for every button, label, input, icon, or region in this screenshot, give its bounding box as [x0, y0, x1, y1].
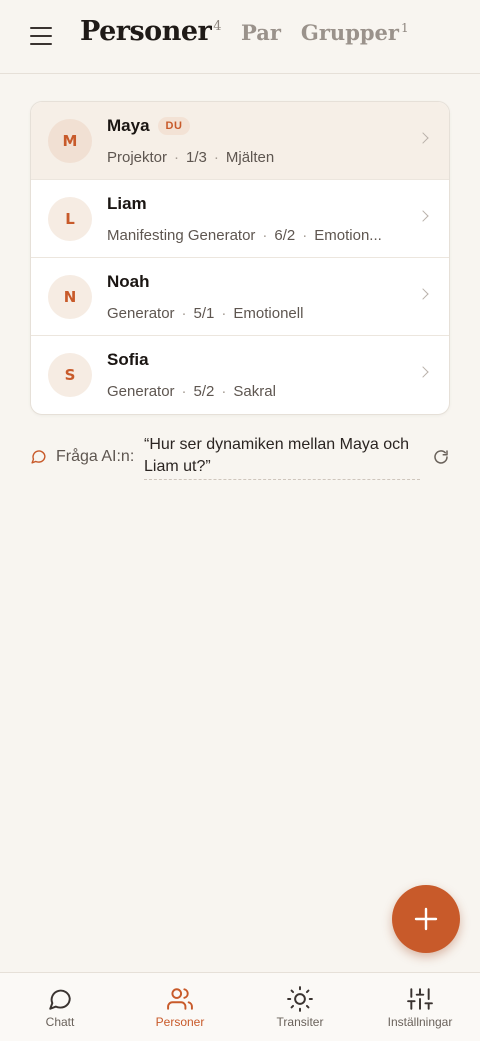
tab-label: Grupper [300, 20, 399, 45]
avatar: M [48, 119, 92, 163]
person-row-liam[interactable]: L Liam Manifesting Generator · 6/2 · Emotion… [31, 180, 449, 258]
avatar: L [48, 197, 92, 241]
avatar-initial: N [63, 288, 77, 306]
nav-label: Chatt [45, 1015, 75, 1029]
person-name: Maya DU [107, 116, 191, 136]
person-name-text: Noah [107, 272, 150, 291]
tab-count: 1 [400, 21, 409, 35]
person-authority: Emotionell [233, 305, 304, 322]
ai-label: Fråga AI:n: [56, 448, 135, 465]
person-name: Noah [107, 272, 150, 292]
person-name-text: Liam [107, 194, 147, 213]
person-type: Manifesting Generator [107, 227, 256, 244]
person-row-noah[interactable]: N Noah Generator · 5/1 · Emotionell [31, 258, 449, 336]
person-profile: 6/2 [274, 227, 296, 244]
chevron-right-icon [417, 132, 429, 144]
header-tabs: Personer 4 Par Grupper 1 [80, 16, 429, 47]
chat-icon [49, 989, 71, 1010]
person-profile: 5/2 [193, 383, 215, 400]
tab-personer[interactable]: Personer 4 [80, 16, 222, 47]
tab-label: Personer [80, 16, 212, 47]
person-type: Generator [107, 305, 175, 322]
avatar-initial: L [65, 210, 75, 228]
sliders-icon [407, 988, 433, 1010]
person-meta: Generator · 5/1 · Emotionell [107, 305, 304, 322]
plus-icon [414, 907, 438, 931]
person-profile: 1/3 [186, 149, 207, 166]
person-row-sofia[interactable]: S Sofia Generator · 5/2 · Sakral [31, 336, 449, 414]
nav-label: Transiter [276, 1015, 324, 1029]
nav-item-personer[interactable]: Personer [120, 973, 240, 1041]
sun-icon [287, 986, 313, 1012]
tab-count: 4 [213, 19, 222, 34]
nav-item-transiter[interactable]: Transiter [240, 973, 360, 1041]
add-person-button[interactable] [392, 885, 460, 953]
chevron-right-icon [417, 210, 429, 222]
people-icon [167, 988, 193, 1010]
person-authority: Mjälten [225, 149, 275, 166]
tab-label: Par [241, 20, 281, 45]
chevron-right-icon [417, 288, 429, 300]
ai-suggestion: Fråga AI:n: “Hur ser dynamiken mellan Ma… [30, 434, 450, 484]
tab-grupper[interactable]: Grupper 1 [301, 20, 409, 45]
person-authority: Emotion... [314, 227, 382, 244]
refresh-icon[interactable] [432, 448, 450, 466]
person-list: M Maya DU Projektor · 1/3 · Mjälten L Liam Ma… [30, 101, 450, 415]
ai-prompt-suggestion[interactable]: “Hur ser dynamiken mellan Maya och Liam … [144, 434, 420, 480]
person-meta: Projektor · 1/3 · Mjälten [107, 149, 275, 166]
person-meta: Manifesting Generator · 6/2 · Emotion... [107, 227, 382, 244]
tab-par[interactable]: Par [241, 20, 281, 45]
bottom-navigation: Chatt Personer Transiter Inställningar [0, 972, 480, 1041]
avatar: S [48, 353, 92, 397]
nav-item-installningar[interactable]: Inställningar [360, 973, 480, 1041]
person-row-maya[interactable]: M Maya DU Projektor · 1/3 · Mjälten [31, 102, 449, 180]
speech-bubble-icon [31, 450, 46, 464]
person-authority: Sakral [233, 383, 276, 400]
person-name-text: Maya [107, 116, 150, 135]
avatar: N [48, 275, 92, 319]
app-header: Personer 4 Par Grupper 1 [0, 0, 480, 74]
nav-item-chatt[interactable]: Chatt [0, 973, 120, 1041]
nav-label: Personer [155, 1015, 205, 1029]
avatar-initial: M [62, 132, 78, 150]
nav-label: Inställningar [387, 1015, 453, 1029]
person-meta: Generator · 5/2 · Sakral [107, 383, 276, 400]
person-type: Generator [107, 383, 175, 400]
person-name-text: Sofia [107, 350, 149, 369]
person-type: Projektor [107, 149, 168, 166]
self-badge: DU [157, 117, 191, 135]
avatar-initial: S [64, 366, 76, 384]
person-name: Sofia [107, 350, 149, 370]
person-name: Liam [107, 194, 147, 214]
hamburger-menu-icon[interactable] [30, 27, 52, 45]
chevron-right-icon [417, 366, 429, 378]
person-profile: 5/1 [193, 305, 215, 322]
